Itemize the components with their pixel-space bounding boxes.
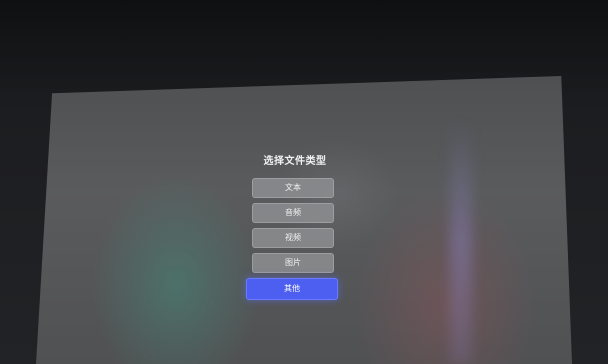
option-image-button[interactable]: 图片: [252, 253, 334, 273]
option-video-button[interactable]: 视频: [252, 228, 334, 248]
option-other-button[interactable]: 其他: [246, 278, 338, 300]
dialog-title: 选择文件类型: [263, 156, 327, 167]
option-audio-button[interactable]: 音频: [252, 203, 334, 223]
file-type-dialog: 选择文件类型 文本 音频 视频 图片 其他: [0, 0, 608, 364]
option-text-button[interactable]: 文本: [252, 178, 334, 198]
